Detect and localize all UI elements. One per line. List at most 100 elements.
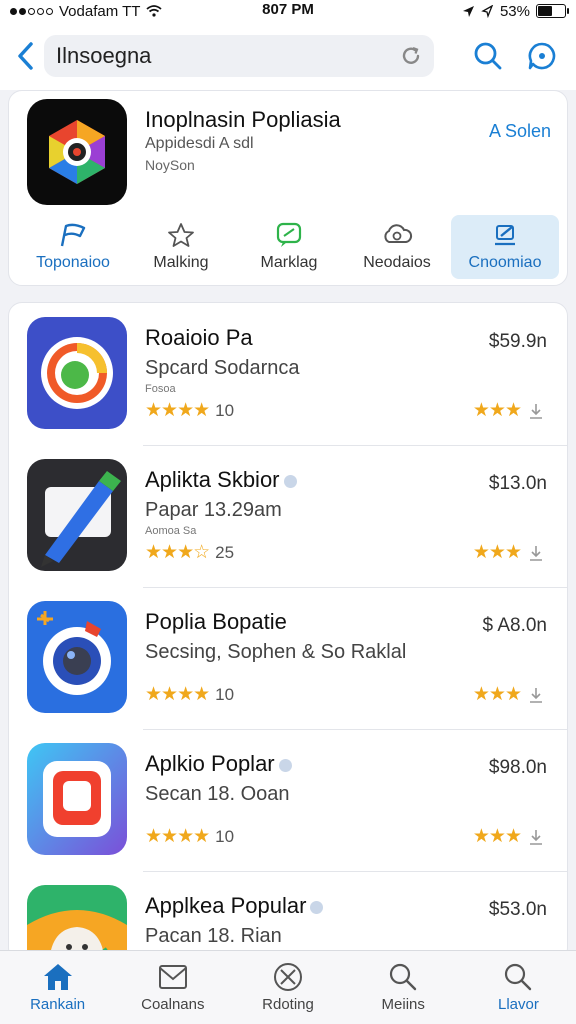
chat-button[interactable] xyxy=(526,40,558,72)
tab-coalnans[interactable]: Coalnans xyxy=(115,951,230,1024)
featured-title: Inoplnasin Popliasia xyxy=(145,107,341,132)
category-label: Toponaioo xyxy=(36,254,110,271)
app-name: Aplkio Poplar xyxy=(145,751,292,777)
tab-label: Rankain xyxy=(30,996,86,1013)
header-actions xyxy=(472,40,566,72)
download-icon[interactable] xyxy=(527,402,545,420)
rating-count: 10 xyxy=(215,684,235,704)
tab-llavor[interactable]: Llavor xyxy=(461,951,576,1024)
category-4[interactable]: Cnoomiao xyxy=(451,215,559,279)
app-name: Aplikta Skbior xyxy=(145,467,297,493)
search-bar[interactable] xyxy=(44,35,434,77)
app-icon-colorful xyxy=(49,120,105,184)
category-label: Neodaios xyxy=(363,254,431,271)
star-rating: ★★★★ xyxy=(145,400,210,421)
star-rating: ★★★ xyxy=(472,826,522,847)
featured-action-link[interactable]: A Solen xyxy=(489,121,551,142)
category-1[interactable]: Malking xyxy=(127,215,235,279)
rating-count: 10 xyxy=(215,826,235,846)
category-0[interactable]: Toponaioo xyxy=(19,215,127,279)
verified-badge-icon xyxy=(283,474,297,488)
camera-icon[interactable] xyxy=(27,601,127,713)
edit-icon xyxy=(495,225,515,246)
category-2[interactable]: Marklag xyxy=(235,215,343,279)
app-rating: ★★★★ 10 xyxy=(145,683,234,706)
app-name: Roaioio Pa xyxy=(145,325,253,350)
download-icon[interactable] xyxy=(527,544,545,562)
search-icon xyxy=(390,963,417,991)
tab-label: Llavor xyxy=(497,996,539,1013)
app-subtitle: Secsing, Sophen & So Raklal xyxy=(145,641,407,663)
status-bar: Vodafam TT 807 PM 53% xyxy=(0,0,576,22)
app-subtitle: Papar 13.29am xyxy=(145,499,282,521)
right-rating: ★★★ xyxy=(473,399,545,422)
cloud-icon xyxy=(384,224,413,243)
chat-bubble-icon xyxy=(528,42,556,70)
star-icon xyxy=(168,223,194,247)
battery-percent: 53% xyxy=(499,2,530,20)
chat-icon xyxy=(276,222,302,247)
list-item[interactable]: Poplia Bopatie Secsing, Sophen & So Rakl… xyxy=(9,587,567,729)
tab-meiins[interactable]: Meiins xyxy=(346,951,461,1024)
refresh-icon[interactable] xyxy=(400,45,422,67)
app-rating: ★★★★ 10 xyxy=(145,399,234,422)
tab-label: Rdoting xyxy=(262,996,314,1013)
list-item[interactable]: Applkea Popular Pacan 18. Rian $53.0n xyxy=(9,871,567,961)
price-button[interactable]: $53.0n xyxy=(489,899,547,921)
list-item[interactable]: Roaioio Pa Spcard Sodarnca Fosoa ★★★★ 10… xyxy=(9,303,567,445)
location-icon xyxy=(462,5,474,17)
pen-icon[interactable] xyxy=(27,459,127,571)
app-meta: Aomoa Sa xyxy=(145,525,197,537)
nav-icon xyxy=(481,4,494,18)
photo-icon[interactable] xyxy=(27,743,127,855)
back-button[interactable] xyxy=(10,36,40,76)
category-label: Cnoomiao xyxy=(468,254,542,271)
download-icon[interactable] xyxy=(527,828,545,846)
download-icon[interactable] xyxy=(527,686,545,704)
tab-rdoting[interactable]: Rdoting xyxy=(230,951,345,1024)
rating-count: 25 xyxy=(215,542,235,562)
status-left: Vodafam TT xyxy=(10,2,163,20)
chevron-left-icon xyxy=(18,42,33,70)
carrier-label: Vodafam TT xyxy=(59,2,141,20)
right-rating: ★★★ xyxy=(473,825,545,848)
search-input[interactable] xyxy=(56,43,400,69)
tab-label: Meiins xyxy=(381,996,425,1013)
featured-card[interactable]: Inoplnasin Popliasia Appidesdi A sdl Noy… xyxy=(8,90,568,286)
search-button[interactable] xyxy=(472,40,504,72)
app-name: Poplia Bopatie xyxy=(145,609,287,634)
tab-label: Coalnans xyxy=(141,996,205,1013)
category-3[interactable]: Neodaios xyxy=(343,215,451,279)
featured-developer: NoySon xyxy=(145,157,195,173)
verified-badge-icon xyxy=(278,758,292,772)
price-button[interactable]: $ A8.0n xyxy=(483,615,547,637)
search-icon xyxy=(474,42,502,70)
right-rating: ★★★ xyxy=(473,683,545,706)
tab-rankain[interactable]: Rankain xyxy=(0,951,115,1024)
signal-icon xyxy=(10,7,53,15)
star-rating: ★★★ xyxy=(472,684,522,705)
orange-ring-icon[interactable] xyxy=(27,317,127,429)
tab-bar: Rankain Coalnans Rdoting Meiins Llavor xyxy=(0,950,576,1024)
app-name: Applkea Popular xyxy=(145,893,324,919)
cancel-icon xyxy=(274,963,302,991)
category-row: Toponaioo Malking Marklag Neodaios Cnoom… xyxy=(9,215,569,279)
flag-icon xyxy=(60,223,86,247)
app-name-text: Applkea Popular xyxy=(145,893,307,918)
battery-icon xyxy=(536,4,569,18)
price-button[interactable]: $98.0n xyxy=(489,757,547,779)
category-label: Marklag xyxy=(260,254,318,271)
price-button[interactable]: $59.9n xyxy=(489,331,547,353)
star-rating: ★★★ xyxy=(472,400,522,421)
price-button[interactable]: $13.0n xyxy=(489,473,547,495)
mail-icon xyxy=(158,965,187,989)
search-header xyxy=(0,22,576,90)
app-subtitle: Spcard Sodarnca xyxy=(145,357,300,379)
list-item[interactable]: Aplikta Skbior Papar 13.29am Aomoa Sa ★★… xyxy=(9,445,567,587)
app-meta: Fosoa xyxy=(145,383,176,395)
search-icon xyxy=(505,963,532,991)
wifi-icon xyxy=(146,5,163,17)
app-list: Roaioio Pa Spcard Sodarnca Fosoa ★★★★ 10… xyxy=(8,302,568,962)
list-item[interactable]: Aplkio Poplar Secan 18. Ooan ★★★★ 10 $98… xyxy=(9,729,567,871)
featured-app-icon[interactable] xyxy=(27,99,127,205)
